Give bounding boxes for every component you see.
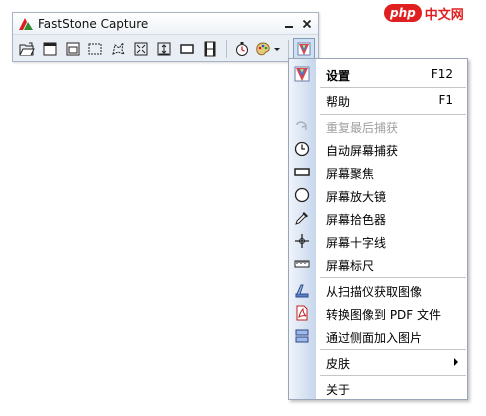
minimize-button[interactable] <box>281 15 297 33</box>
menu-item-label: 屏幕拾色器 <box>326 213 387 227</box>
menu-item-shortcut: F1 <box>438 93 453 107</box>
menu-separator <box>320 277 466 278</box>
toolbar-separator <box>225 40 227 58</box>
scanner-icon <box>294 282 310 298</box>
menu-item-label: 屏幕十字线 <box>326 236 387 250</box>
rectangle-icon <box>294 164 310 180</box>
ruler-icon <box>294 256 310 272</box>
magnifier-icon <box>294 187 310 203</box>
toolbar-separator <box>288 40 290 58</box>
capture-fixed-region-icon[interactable] <box>176 38 198 60</box>
menu-item-label: 帮助 <box>326 95 351 109</box>
output-palette-icon[interactable] <box>253 38 283 60</box>
faststone-capture-window: FastStone Capture <box>12 12 319 62</box>
menu-item-join-images[interactable]: 通过侧面加入图片 <box>289 325 467 347</box>
menu-item-convert-pdf[interactable]: 转换图像到 PDF 文件 <box>289 302 467 324</box>
menu-separator <box>320 87 466 88</box>
menu-item-about[interactable]: 关于 <box>289 377 467 399</box>
menu-item-label: 屏幕聚焦 <box>326 167 375 181</box>
open-folder-icon[interactable] <box>16 38 38 60</box>
capture-object-icon[interactable] <box>62 38 84 60</box>
menu-item-label: 屏幕标尺 <box>326 259 375 273</box>
capture-scrolling-icon[interactable] <box>153 38 175 60</box>
menu-separator <box>320 375 466 376</box>
settings-dropdown-menu: 设置 F12 帮助 F1 重复最后捕获 自动屏幕捕获 屏幕聚焦 屏幕放大镜 屏幕… <box>288 58 468 400</box>
menu-item-label: 设置 <box>326 69 351 83</box>
site-watermark: php 中文网 <box>384 0 484 26</box>
settings-menu-icon[interactable] <box>293 38 316 60</box>
capture-video-icon[interactable] <box>199 38 221 60</box>
capture-toolbar <box>16 37 316 61</box>
close-button[interactable] <box>299 15 315 33</box>
delay-timer-icon[interactable] <box>231 38 253 60</box>
menu-item-label: 重复最后捕获 <box>326 121 399 135</box>
capture-rectangle-icon[interactable] <box>85 38 107 60</box>
repeat-icon <box>294 118 310 134</box>
menu-item-label: 关于 <box>326 383 351 397</box>
menu-item-skin[interactable]: 皮肤 <box>289 351 467 373</box>
menu-item-label: 转换图像到 PDF 文件 <box>326 308 442 322</box>
capture-freehand-icon[interactable] <box>107 38 129 60</box>
settings-icon <box>294 66 310 82</box>
menu-item-crosshair[interactable]: 屏幕十字线 <box>289 230 467 252</box>
join-images-icon <box>294 328 310 344</box>
menu-item-repeat-last-capture: 重复最后捕获 <box>289 115 467 137</box>
window-title: FastStone Capture <box>38 17 149 31</box>
menu-item-label: 自动屏幕捕获 <box>326 144 399 158</box>
menu-item-color-picker[interactable]: 屏幕拾色器 <box>289 207 467 229</box>
title-bar[interactable]: FastStone Capture <box>13 13 318 35</box>
menu-item-screen-magnifier[interactable]: 屏幕放大镜 <box>289 184 467 206</box>
menu-item-screen-focus[interactable]: 屏幕聚焦 <box>289 161 467 183</box>
menu-item-label: 通过侧面加入图片 <box>326 331 423 345</box>
crosshair-icon <box>294 233 310 249</box>
menu-item-shortcut: F12 <box>430 67 453 81</box>
menu-item-label: 从扫描仪获取图像 <box>326 285 423 299</box>
watermark-logo: php <box>384 4 422 22</box>
menu-item-label: 皮肤 <box>326 357 351 371</box>
menu-item-label: 屏幕放大镜 <box>326 190 387 204</box>
eyedropper-icon <box>294 210 310 226</box>
menu-item-help[interactable]: 帮助 F1 <box>289 89 467 111</box>
capture-window-icon[interactable] <box>39 38 61 60</box>
pdf-icon <box>294 305 310 321</box>
menu-separator <box>320 349 466 350</box>
menu-item-ruler[interactable]: 屏幕标尺 <box>289 253 467 275</box>
menu-item-auto-capture[interactable]: 自动屏幕捕获 <box>289 138 467 160</box>
menu-item-settings[interactable]: 设置 F12 <box>289 63 467 85</box>
faststone-logo-icon <box>18 17 34 31</box>
capture-fullscreen-icon[interactable] <box>130 38 152 60</box>
watermark-text: 中文网 <box>424 7 464 23</box>
submenu-arrow-icon <box>454 358 458 366</box>
clock-icon <box>294 141 310 157</box>
menu-item-scanner[interactable]: 从扫描仪获取图像 <box>289 279 467 301</box>
